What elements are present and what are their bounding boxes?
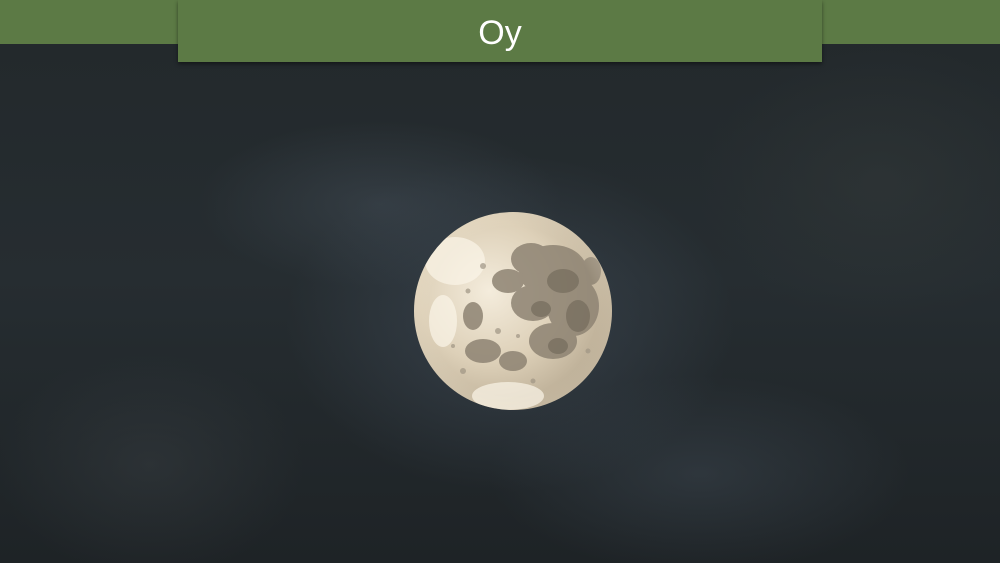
slide: Oy [0, 0, 1000, 563]
full-moon-image [413, 211, 613, 411]
title-bar: Oy [178, 0, 822, 62]
slide-title: Oy [478, 14, 522, 52]
